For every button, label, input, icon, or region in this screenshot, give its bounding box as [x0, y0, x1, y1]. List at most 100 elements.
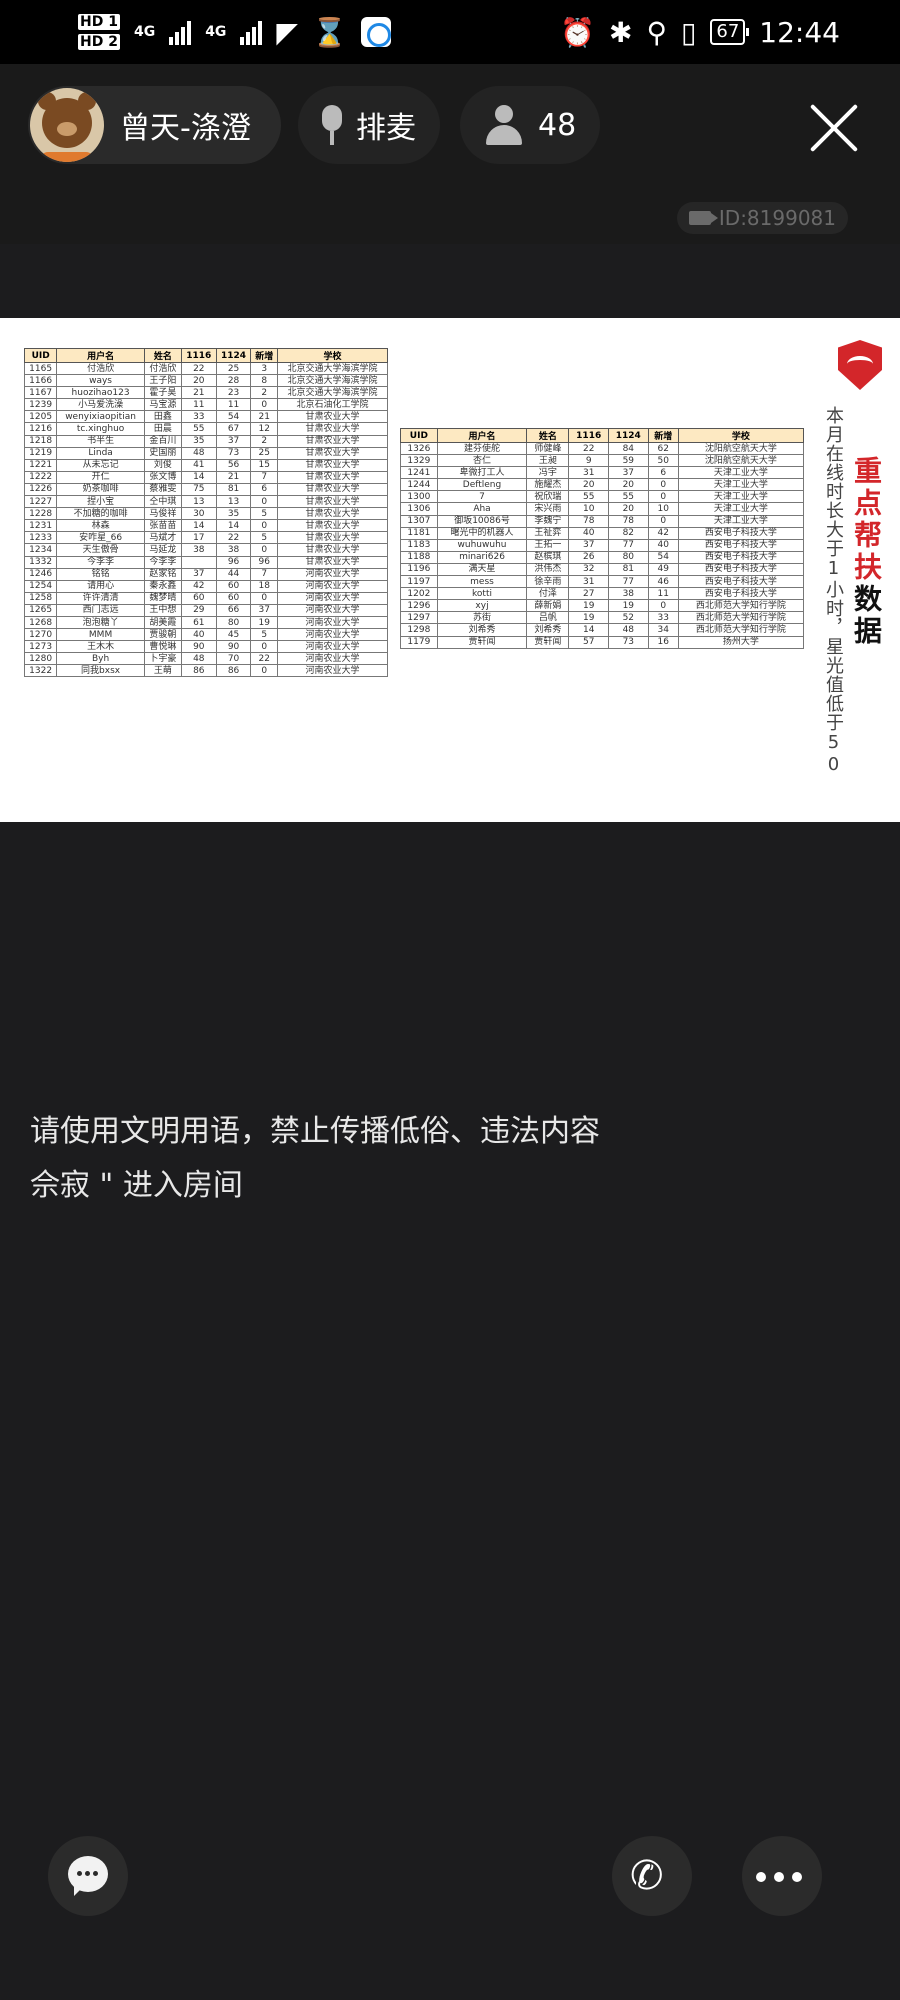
table-cell: 5 [250, 507, 279, 521]
table-cell: 甘肃农业大学 [277, 543, 388, 557]
table-cell: 魏梦晴 [143, 591, 182, 605]
table-row: 1196 满天星 洪伟杰 32 81 49 西安电子科技大学 [400, 562, 805, 577]
table-cell: 1221 [23, 458, 58, 472]
table-cell: 西安电子科技大学 [677, 587, 805, 601]
table-cell: 81 [608, 562, 649, 577]
table-row: 1241 卑微打工人 冯宇 31 37 6 天津工业大学 [400, 466, 805, 480]
table-cell: 不加糖的咖啡 [56, 507, 145, 521]
table-cell: 1258 [23, 591, 58, 605]
phone-icon: ✆ [630, 1853, 664, 1899]
shared-slide: UID 用户名 姓名 1116 1124 新增 学校 1165 付浩欣 付浩欣 22 2… [0, 318, 900, 822]
table-cell: 河南农业大学 [277, 579, 388, 593]
table-cell: 河南农业大学 [277, 591, 388, 605]
table-row: 1197 mess 徐辛雨 31 77 46 西安电子科技大学 [400, 575, 805, 589]
table-cell: 7 [250, 567, 279, 581]
table-cell: 37 [215, 434, 252, 448]
table-cell: 32 [568, 562, 609, 577]
host-info[interactable]: 曾天-涤澄 [28, 86, 281, 164]
table-cell: 0 [647, 478, 679, 492]
table-cell: ways [56, 374, 145, 388]
table-cell: 1234 [23, 543, 58, 557]
headline-red: 重点帮扶 [850, 456, 883, 584]
table-cell: 77 [608, 575, 649, 589]
table-cell: 西北师范大学知行学院 [677, 599, 805, 613]
table-cell: 刘希秀 [526, 623, 570, 637]
audience-count-button[interactable]: 48 [460, 86, 601, 164]
table-cell: 73 [608, 635, 649, 649]
table-cell: 卜宇豪 [143, 652, 182, 666]
table-cell: 1268 [23, 615, 58, 630]
table-cell: 37 [250, 603, 279, 617]
table-row: 1216 tc.xinghuo 田晨 55 67 12 甘肃农业大学 [23, 422, 388, 436]
table-cell: 20 [608, 478, 649, 492]
table-row: 1265 西门志远 王中想 29 66 37 河南农业大学 [23, 603, 388, 617]
mic-queue-button[interactable]: 排麦 [298, 86, 440, 164]
more-button[interactable] [742, 1836, 822, 1916]
table-cell: 师健峰 [526, 441, 570, 456]
table-cell: 0 [250, 664, 279, 678]
table-row: 1222 开仁 张文博 14 21 7 甘肃农业大学 [23, 470, 388, 484]
table-cell: 0 [250, 398, 279, 412]
vibrate-icon: ▯ [680, 15, 697, 49]
table-cell: 今李李 [143, 555, 182, 569]
table-cell: 沈阳航空航天大学 [677, 441, 805, 456]
table-row: 1167 huozihao123 霍子昊 21 23 2 北京交通大学海滨学院 [23, 386, 388, 400]
table-row: 1218 书半生 金百川 35 37 2 甘肃农业大学 [23, 434, 388, 448]
table-row: 1296 xyj 薛新娟 19 19 0 西北师范大学知行学院 [400, 599, 805, 613]
table-cell: 11 [180, 398, 217, 412]
table-cell: 66 [215, 603, 252, 617]
table-row: 1165 付浩欣 付浩欣 22 25 3 北京交通大学海滨学院 [23, 361, 388, 376]
table-cell: 60 [215, 579, 252, 593]
chat-button[interactable] [48, 1836, 128, 1916]
table-cell: 50 [647, 454, 679, 468]
table-cell: 西安电子科技大学 [677, 550, 805, 564]
call-button[interactable]: ✆ [612, 1836, 692, 1916]
table-cell: Byh [56, 652, 145, 666]
table-cell: 37 [180, 567, 217, 581]
join-message: 佘寂 " 进入房间 [30, 1168, 243, 1203]
table-cell: 1179 [400, 635, 438, 649]
col-username: 用户名 [436, 428, 528, 443]
table-row: 1234 天生傲骨 马延龙 38 38 0 甘肃农业大学 [23, 543, 388, 557]
table-cell: 0 [250, 640, 279, 654]
table-row: 1239 小马爱洗澡 马宝源 11 11 0 北京石油化工学院 [23, 398, 388, 412]
table-cell: 62 [647, 441, 679, 456]
person-icon [484, 105, 524, 145]
table-cell: 54 [647, 550, 679, 564]
table-cell: 书半生 [56, 434, 145, 448]
table-cell: 0 [250, 543, 279, 557]
table-cell: 甘肃农业大学 [277, 458, 388, 472]
table-cell: minari626 [436, 550, 528, 564]
table-cell: 甘肃农业大学 [277, 422, 388, 436]
col-1124: 1124 [215, 348, 252, 363]
close-icon[interactable] [806, 100, 862, 156]
status-bar: HD 1 HD 2 4G 4G ◤ ⌛ ⏰ ✱ ⚲ ▯ 67 12:44 [0, 0, 900, 64]
table-cell: 21 [180, 386, 217, 400]
table-row: 1307 御坂10086号 李魏宁 78 78 0 天津工业大学 [400, 514, 805, 528]
table-cell: Deftleng [436, 478, 528, 492]
table-cell: 31 [568, 466, 609, 480]
table-cell: 14 [568, 623, 609, 637]
table-cell: 84 [608, 441, 649, 456]
table-row: 1231 林森 张苗苗 14 14 0 甘肃农业大学 [23, 519, 388, 533]
host-name: 曾天-涤澄 [120, 111, 251, 146]
table-cell: 25 [250, 446, 279, 460]
table-cell: 刘希秀 [436, 623, 528, 637]
table-cell: 冯宇 [526, 466, 570, 480]
table-cell: 14 [180, 519, 217, 533]
table-cell: 北京石油化工学院 [277, 398, 388, 412]
table-cell: 同我bxsx [56, 664, 145, 678]
table-row: 1202 kotti 付泽 27 38 11 西安电子科技大学 [400, 587, 805, 601]
table-cell: 11 [647, 587, 679, 601]
chat-area: 请使用文明用语，禁止传播低俗、违法内容 佘寂 " 进入房间 [30, 1112, 650, 1220]
table-cell: 33 [180, 410, 217, 424]
table-cell: 河南农业大学 [277, 652, 388, 666]
table-row: 1228 不加糖的咖啡 马俊祥 30 35 5 甘肃农业大学 [23, 507, 388, 521]
table-cell: 5 [250, 628, 279, 642]
table-cell: 天津工业大学 [677, 514, 805, 528]
table-cell: 刘俊 [143, 458, 182, 472]
table-cell: 45 [215, 628, 252, 642]
table-cell: 李魏宁 [526, 514, 570, 528]
table-cell: 扬州大学 [677, 635, 805, 649]
host-avatar[interactable] [30, 88, 104, 162]
